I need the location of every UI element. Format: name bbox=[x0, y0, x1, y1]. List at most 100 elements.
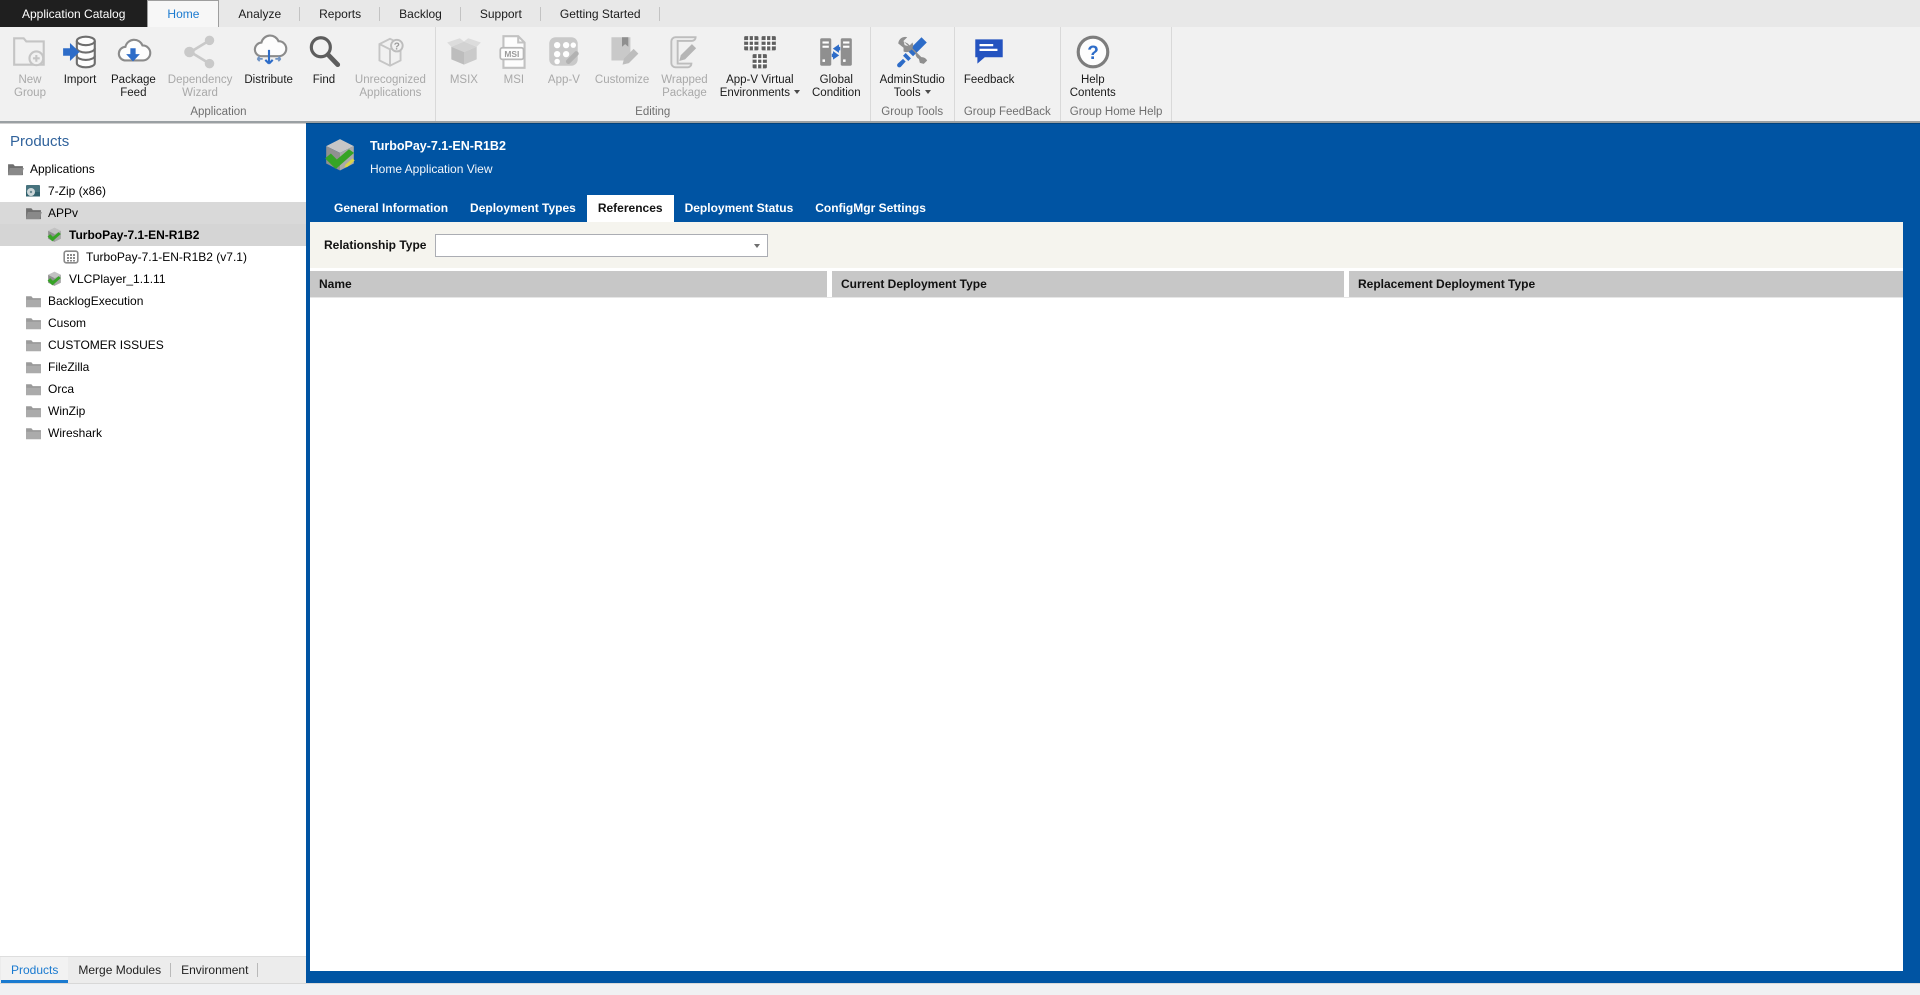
adminstudio-tools-icon bbox=[893, 30, 931, 74]
svg-text:MSI: MSI bbox=[504, 49, 519, 59]
appv-package-icon bbox=[46, 228, 63, 243]
tree-item-winzip[interactable]: WinZip bbox=[0, 400, 306, 422]
relationship-type-dropdown[interactable] bbox=[435, 234, 768, 257]
tree-item-cusom[interactable]: Cusom bbox=[0, 312, 306, 334]
wrapped-package-button[interactable]: WrappedPackage bbox=[655, 28, 713, 100]
feedback-button[interactable]: Feedback bbox=[958, 28, 1021, 87]
ribbon: NewGroup Im bbox=[0, 27, 1920, 123]
folder-icon bbox=[25, 316, 42, 331]
tree-item-orca[interactable]: Orca bbox=[0, 378, 306, 400]
feedback-icon bbox=[970, 30, 1008, 74]
msi-button[interactable]: MSI MSI bbox=[489, 28, 539, 87]
tree-item-customer-issues[interactable]: CUSTOMER ISSUES bbox=[0, 334, 306, 356]
tab-references[interactable]: References bbox=[587, 195, 674, 222]
menu-tab-analyze[interactable]: Analyze bbox=[219, 0, 300, 27]
tree-item-label: Cusom bbox=[48, 316, 86, 330]
tab-general-information[interactable]: General Information bbox=[323, 195, 459, 222]
folder-icon bbox=[25, 294, 42, 309]
application-view-tabs: General Information Deployment Types Ref… bbox=[310, 195, 1903, 222]
help-contents-button[interactable]: ? HelpContents bbox=[1064, 28, 1122, 100]
products-sidebar: Products Applications 7-Zip (x86) bbox=[0, 123, 306, 983]
folder-icon bbox=[25, 360, 42, 375]
tree-item-label: TurboPay-7.1-EN-R1B2 (v7.1) bbox=[86, 250, 247, 264]
tree-item-applications[interactable]: Applications bbox=[0, 158, 306, 180]
app-v-virtual-environments-button[interactable]: App-V VirtualEnvironments bbox=[714, 28, 806, 100]
ribbon-group-tools: AdminStudioTools Group Tools bbox=[871, 27, 955, 121]
app-v-button[interactable]: App-V bbox=[539, 28, 589, 87]
app-v-icon bbox=[545, 30, 583, 74]
import-button[interactable]: Import bbox=[55, 28, 105, 87]
application-window: Application Catalog Home Analyze Reports… bbox=[0, 0, 1920, 995]
menu-tab-getting-started[interactable]: Getting Started bbox=[541, 0, 660, 27]
package-feed-icon bbox=[114, 30, 152, 74]
application-package-icon bbox=[323, 137, 357, 173]
find-button[interactable]: Find bbox=[299, 28, 349, 87]
menu-tab-backlog[interactable]: Backlog bbox=[380, 0, 461, 27]
unrecognized-applications-button[interactable]: ? UnrecognizedApplications bbox=[349, 28, 432, 100]
svg-text:?: ? bbox=[394, 41, 400, 52]
global-condition-icon bbox=[817, 30, 855, 74]
ribbon-group-label: Editing bbox=[439, 102, 867, 121]
status-strip bbox=[0, 983, 1920, 995]
tree-item-appv-folder[interactable]: APPv bbox=[0, 202, 306, 224]
tree-item-label: FileZilla bbox=[48, 360, 89, 374]
ribbon-group-application: NewGroup Im bbox=[2, 27, 436, 121]
tree-item-vlcplayer[interactable]: VLCPlayer_1.1.11 bbox=[0, 268, 306, 290]
ribbon-group-label: Application bbox=[5, 102, 432, 121]
tree-item-filezilla[interactable]: FileZilla bbox=[0, 356, 306, 378]
application-catalog-tab[interactable]: Application Catalog bbox=[0, 0, 147, 27]
application-subtitle: Home Application View bbox=[370, 162, 506, 176]
column-header-current-deployment-type[interactable]: Current Deployment Type bbox=[832, 271, 1344, 297]
bottom-tab-environment[interactable]: Environment bbox=[171, 957, 258, 983]
menu-tab-reports[interactable]: Reports bbox=[300, 0, 380, 27]
help-contents-icon: ? bbox=[1074, 30, 1112, 74]
workspace: Products Applications 7-Zip (x86) bbox=[0, 123, 1920, 983]
references-content: Relationship Type Name Current Deploymen… bbox=[310, 222, 1903, 971]
package-feed-button[interactable]: PackageFeed bbox=[105, 28, 162, 100]
bottom-tab-merge-modules[interactable]: Merge Modules bbox=[68, 957, 171, 983]
application-view-panel: TurboPay-7.1-EN-R1B2 Home Application Vi… bbox=[306, 123, 1920, 983]
tree-item-label: WinZip bbox=[48, 404, 85, 418]
msix-icon bbox=[445, 30, 483, 74]
distribute-button[interactable]: Distribute bbox=[238, 28, 299, 87]
unrecognized-applications-icon: ? bbox=[371, 30, 409, 74]
customize-button[interactable]: Customize bbox=[589, 28, 655, 87]
new-group-button[interactable]: NewGroup bbox=[5, 28, 55, 100]
tree-item-label: CUSTOMER ISSUES bbox=[48, 338, 164, 352]
application-title: TurboPay-7.1-EN-R1B2 bbox=[370, 139, 506, 153]
tab-configmgr-settings[interactable]: ConfigMgr Settings bbox=[804, 195, 937, 222]
folder-open-icon bbox=[25, 206, 42, 221]
ribbon-group-label: Group Tools bbox=[874, 102, 951, 121]
column-header-replacement-deployment-type[interactable]: Replacement Deployment Type bbox=[1349, 271, 1903, 297]
ribbon-group-label: Group FeedBack bbox=[958, 102, 1057, 121]
menu-tab-home[interactable]: Home bbox=[147, 0, 219, 27]
adminstudio-tools-button[interactable]: AdminStudioTools bbox=[874, 28, 951, 100]
wrapped-package-icon bbox=[665, 30, 703, 74]
tree-item-7zip[interactable]: 7-Zip (x86) bbox=[0, 180, 306, 202]
svg-text:?: ? bbox=[1087, 43, 1099, 64]
column-header-name[interactable]: Name bbox=[310, 271, 827, 297]
tree-item-wireshark[interactable]: Wireshark bbox=[0, 422, 306, 444]
dependency-wizard-button[interactable]: DependencyWizard bbox=[162, 28, 239, 100]
tree-item-label: Wireshark bbox=[48, 426, 102, 440]
relationship-type-label: Relationship Type bbox=[324, 238, 426, 252]
menu-tab-support[interactable]: Support bbox=[461, 0, 541, 27]
tab-deployment-types[interactable]: Deployment Types bbox=[459, 195, 587, 222]
tab-deployment-status[interactable]: Deployment Status bbox=[674, 195, 805, 222]
msi-icon: MSI bbox=[495, 30, 533, 74]
folder-icon bbox=[25, 404, 42, 419]
tree-item-turbopay-v71[interactable]: TurboPay-7.1-EN-R1B2 (v7.1) bbox=[0, 246, 306, 268]
menu-bar: Application Catalog Home Analyze Reports… bbox=[0, 0, 1920, 27]
tree-item-backlogexecution[interactable]: BacklogExecution bbox=[0, 290, 306, 312]
msix-button[interactable]: MSIX bbox=[439, 28, 489, 87]
ribbon-group-feedback: Feedback Group FeedBack bbox=[955, 27, 1061, 121]
application-icon bbox=[25, 184, 42, 199]
tree-item-label: 7-Zip (x86) bbox=[48, 184, 106, 198]
bottom-tab-products[interactable]: Products bbox=[1, 957, 68, 983]
tree-item-turbopay[interactable]: TurboPay-7.1-EN-R1B2 bbox=[0, 224, 306, 246]
header-text: TurboPay-7.1-EN-R1B2 Home Application Vi… bbox=[370, 137, 506, 190]
global-condition-button[interactable]: GlobalCondition bbox=[806, 28, 867, 100]
tree-item-label: Applications bbox=[30, 162, 95, 176]
find-icon bbox=[305, 30, 343, 74]
references-table-body[interactable] bbox=[310, 297, 1903, 971]
